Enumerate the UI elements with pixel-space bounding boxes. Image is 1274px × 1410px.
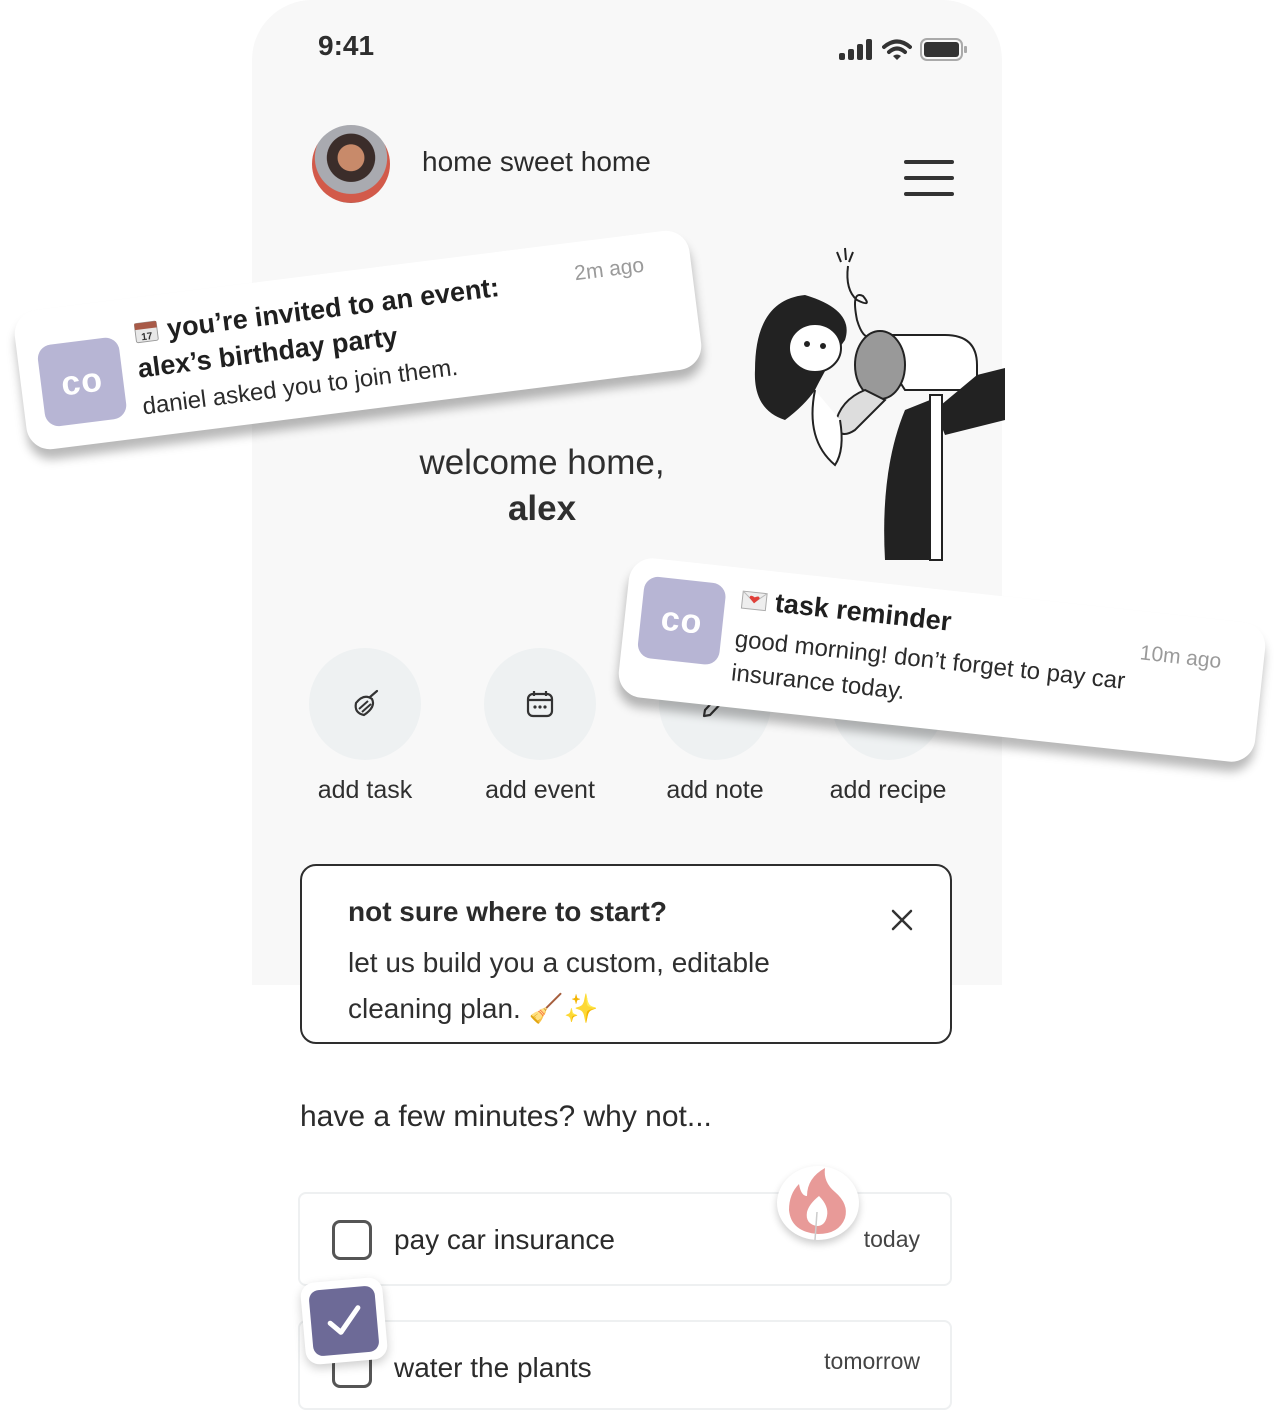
welcome-line: welcome home, [419, 443, 665, 482]
task-checkbox[interactable] [332, 1220, 372, 1260]
add-event-circle[interactable] [484, 648, 596, 760]
home-title: home sweet home [422, 146, 651, 177]
battery-icon [920, 38, 967, 61]
status-time: 9:41 [318, 30, 375, 61]
mailbox-illustration [754, 247, 1005, 561]
calendar-icon [526, 691, 554, 718]
add-event-label: add event [485, 776, 595, 804]
broom-icon [354, 689, 379, 717]
signal-icon [839, 39, 872, 60]
cleaning-plan-tip-card[interactable]: not sure where to start? let us build yo… [300, 864, 952, 1044]
notification-time: 2m ago [572, 253, 646, 286]
flame-icon [789, 1168, 846, 1241]
tip-title: not sure where to start? [348, 896, 667, 927]
svg-text:17: 17 [141, 331, 154, 343]
add-recipe-label: add recipe [829, 776, 947, 804]
suggestions-title: have a few minutes? why not... [300, 1100, 712, 1133]
wifi-icon [882, 39, 912, 60]
close-icon[interactable] [888, 906, 916, 934]
task-due: tomorrow [824, 1348, 920, 1374]
tip-body: let us build you a custom, editable clea… [348, 947, 770, 1024]
add-note-label: add note [666, 776, 764, 804]
checked-sticker [299, 1276, 389, 1366]
task-label: pay car insurance [394, 1224, 616, 1255]
love-letter-emoji-icon [740, 590, 768, 612]
hamburger-menu-icon[interactable] [904, 160, 954, 196]
task-label: water the plants [394, 1352, 592, 1383]
app-icon-co: co [36, 336, 128, 428]
welcome-message: welcome home, alex [380, 440, 704, 532]
add-task-circle[interactable] [309, 648, 421, 760]
user-name: alex [507, 489, 577, 528]
checkmark-icon [327, 1305, 361, 1335]
add-task-button[interactable]: add task [300, 648, 430, 805]
check-sticker-fill [308, 1285, 380, 1357]
app-icon-co: co [636, 575, 727, 666]
status-icons [838, 38, 968, 62]
add-event-button[interactable]: add event [475, 648, 605, 805]
avatar[interactable] [312, 125, 390, 203]
task-due: today [863, 1226, 920, 1252]
notification-title-text: task reminder [773, 587, 953, 637]
notification-time: 10m ago [1138, 641, 1223, 674]
calendar-emoji-icon: 17 [133, 320, 159, 343]
streak-badge [777, 1166, 859, 1241]
add-task-label: add task [317, 776, 413, 804]
task-row[interactable]: water the plants tomorrow [298, 1320, 952, 1410]
